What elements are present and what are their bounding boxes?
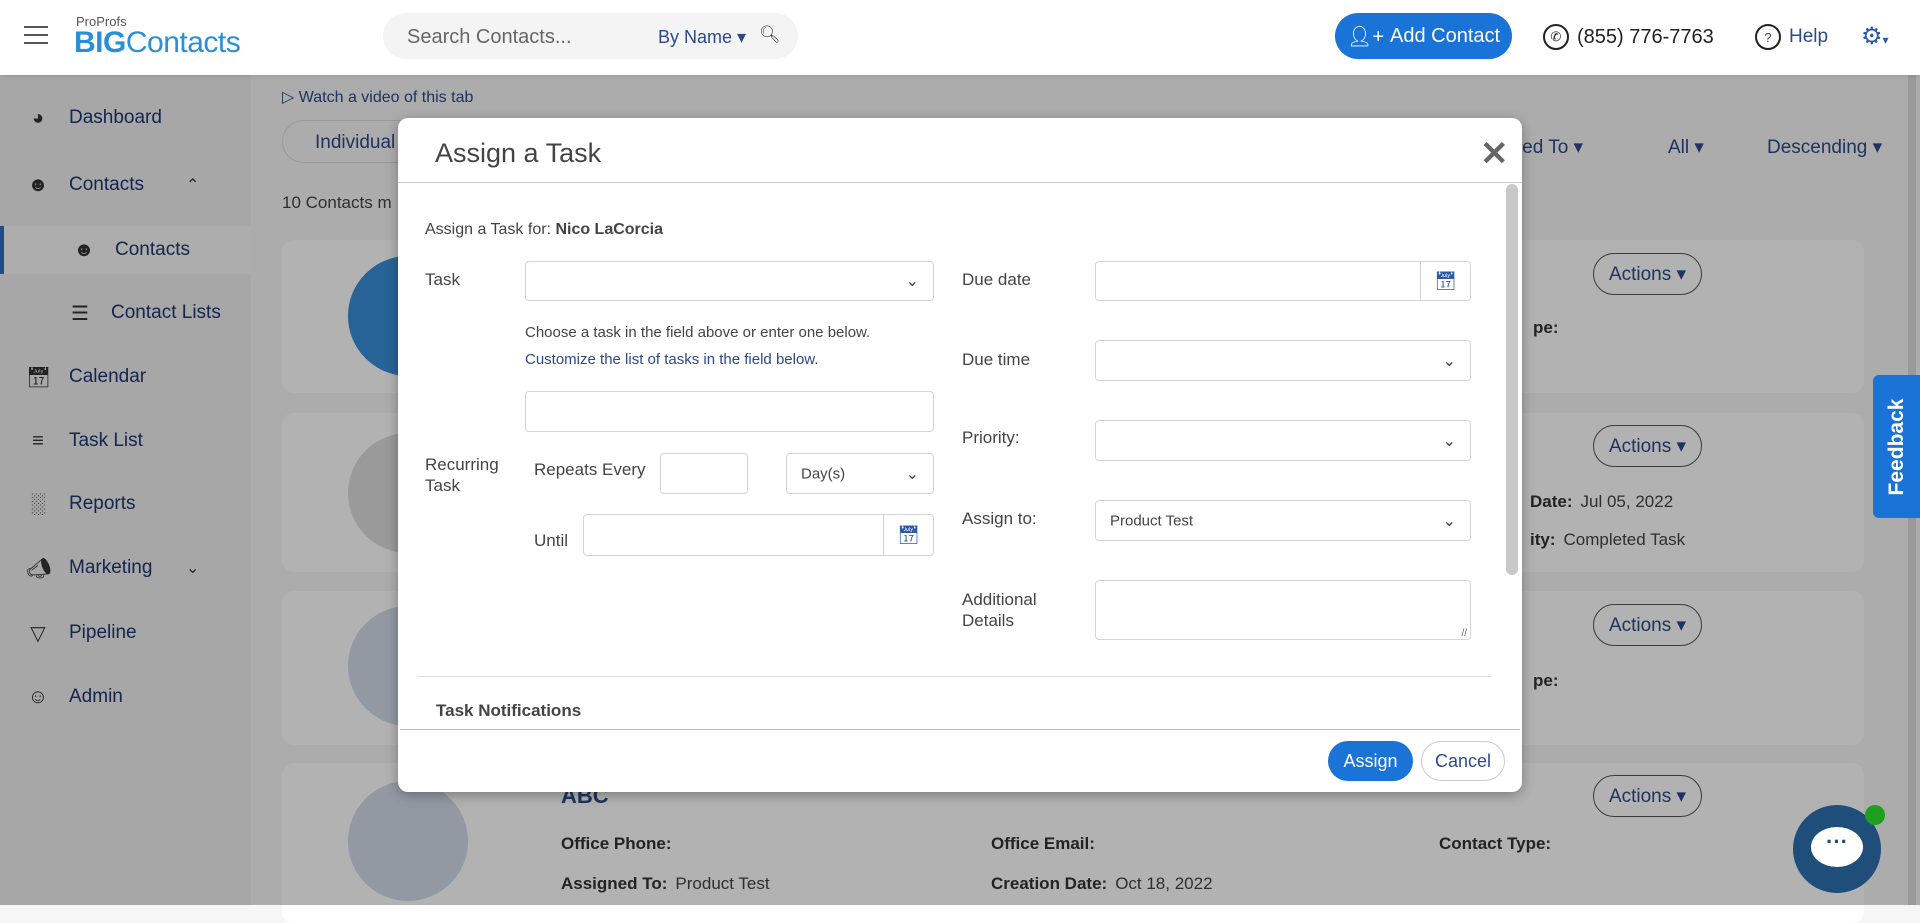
- modal-title: Assign a Task: [435, 138, 602, 168]
- close-icon[interactable]: ✕: [1480, 134, 1509, 174]
- help-link[interactable]: ? Help: [1755, 24, 1828, 50]
- resize-handle-icon[interactable]: //: [1461, 628, 1467, 639]
- custom-task-input[interactable]: [525, 391, 934, 432]
- logo[interactable]: BIGContacts: [74, 26, 241, 60]
- logo-rest: Contacts: [125, 26, 241, 59]
- help-icon: ?: [1755, 24, 1781, 50]
- due-time-label: Due time: [962, 350, 1031, 369]
- priority-label: Priority:: [962, 428, 1020, 447]
- until-label: Until: [534, 531, 569, 550]
- task-select[interactable]: ⌄: [525, 261, 934, 301]
- online-status-dot: [1865, 805, 1885, 825]
- divider: [398, 182, 1522, 183]
- chevron-down-icon: ⌄: [905, 465, 919, 483]
- phone-icon: ✆: [1543, 24, 1569, 50]
- hamburger-menu-icon[interactable]: [24, 26, 48, 46]
- logo-bold: BIG: [74, 26, 126, 59]
- additional-details-label: Additional Details: [962, 590, 1037, 630]
- phone-number[interactable]: ✆ (855) 776-7763: [1543, 24, 1714, 50]
- contact-name: Nico LaCorcia: [555, 221, 664, 238]
- task-hint: Choose a task in the field above or ente…: [525, 324, 871, 341]
- help-label: Help: [1789, 26, 1829, 47]
- assign-to-label: Assign to:: [962, 509, 1037, 528]
- task-label: Task: [425, 270, 460, 289]
- repeat-unit-select[interactable]: Day(s) ⌄: [786, 453, 934, 494]
- divider: [417, 676, 1491, 677]
- additional-details-textarea[interactable]: //: [1095, 580, 1471, 640]
- chat-widget-button[interactable]: ···: [1793, 805, 1885, 893]
- due-date-label: Due date: [962, 270, 1031, 289]
- assign-for: Assign a Task for: Nico LaCorcia: [425, 221, 663, 239]
- add-user-icon: 👤︎+: [1346, 25, 1384, 48]
- assign-for-label: Assign a Task for:: [425, 221, 551, 238]
- until-date-input[interactable]: 📅︎: [583, 514, 934, 556]
- feedback-label: Feedback: [1884, 398, 1908, 495]
- task-notifications-heading[interactable]: Task Notifications: [436, 701, 581, 721]
- repeats-every-label: Repeats Every: [534, 460, 646, 479]
- cancel-button[interactable]: Cancel: [1421, 741, 1505, 781]
- search-input[interactable]: Search Contacts...: [407, 26, 572, 49]
- add-contact-label: Add Contact: [1390, 24, 1501, 47]
- chevron-down-icon: ⌄: [1442, 512, 1456, 530]
- assign-to-select[interactable]: Product Test ⌄: [1095, 500, 1471, 541]
- search-bar[interactable]: Search Contacts... By Name ▾ 🔍︎: [383, 13, 798, 59]
- assign-task-modal: Assign a Task ✕ Assign a Task for: Nico …: [398, 118, 1522, 792]
- customize-tasks-hint[interactable]: Customize the list of tasks in the field…: [525, 351, 818, 368]
- assign-to-value: Product Test: [1110, 512, 1194, 529]
- calendar-icon[interactable]: 📅︎: [1420, 262, 1470, 300]
- chevron-down-icon: ⌄: [1442, 432, 1456, 450]
- calendar-icon[interactable]: 📅︎: [883, 515, 933, 555]
- repeat-interval-input[interactable]: [660, 453, 748, 494]
- top-header: ProProfs BIGContacts Search Contacts... …: [0, 0, 1920, 75]
- modal-scrollbar[interactable]: [1506, 184, 1518, 575]
- repeat-unit-value: Day(s): [801, 465, 846, 482]
- due-date-input[interactable]: 📅︎: [1095, 261, 1471, 301]
- due-time-select[interactable]: ⌄: [1095, 340, 1471, 381]
- assign-button[interactable]: Assign: [1328, 741, 1413, 781]
- phone-text: (855) 776-7763: [1577, 25, 1714, 48]
- search-by-dropdown[interactable]: By Name ▾: [658, 27, 746, 48]
- chevron-down-icon: ⌄: [1442, 352, 1456, 370]
- priority-select[interactable]: ⌄: [1095, 420, 1471, 461]
- settings-gear-icon[interactable]: ⚙▾: [1861, 22, 1889, 51]
- chevron-down-icon: ⌄: [905, 273, 919, 290]
- recurring-task-label: Recurring Task: [425, 455, 499, 495]
- chat-bubble-icon: ···: [1811, 827, 1863, 867]
- footer-divider: [400, 729, 1520, 730]
- search-icon[interactable]: 🔍︎: [759, 25, 781, 45]
- feedback-tab[interactable]: Feedback: [1873, 375, 1920, 518]
- add-contact-button[interactable]: 👤︎+ Add Contact: [1335, 13, 1512, 59]
